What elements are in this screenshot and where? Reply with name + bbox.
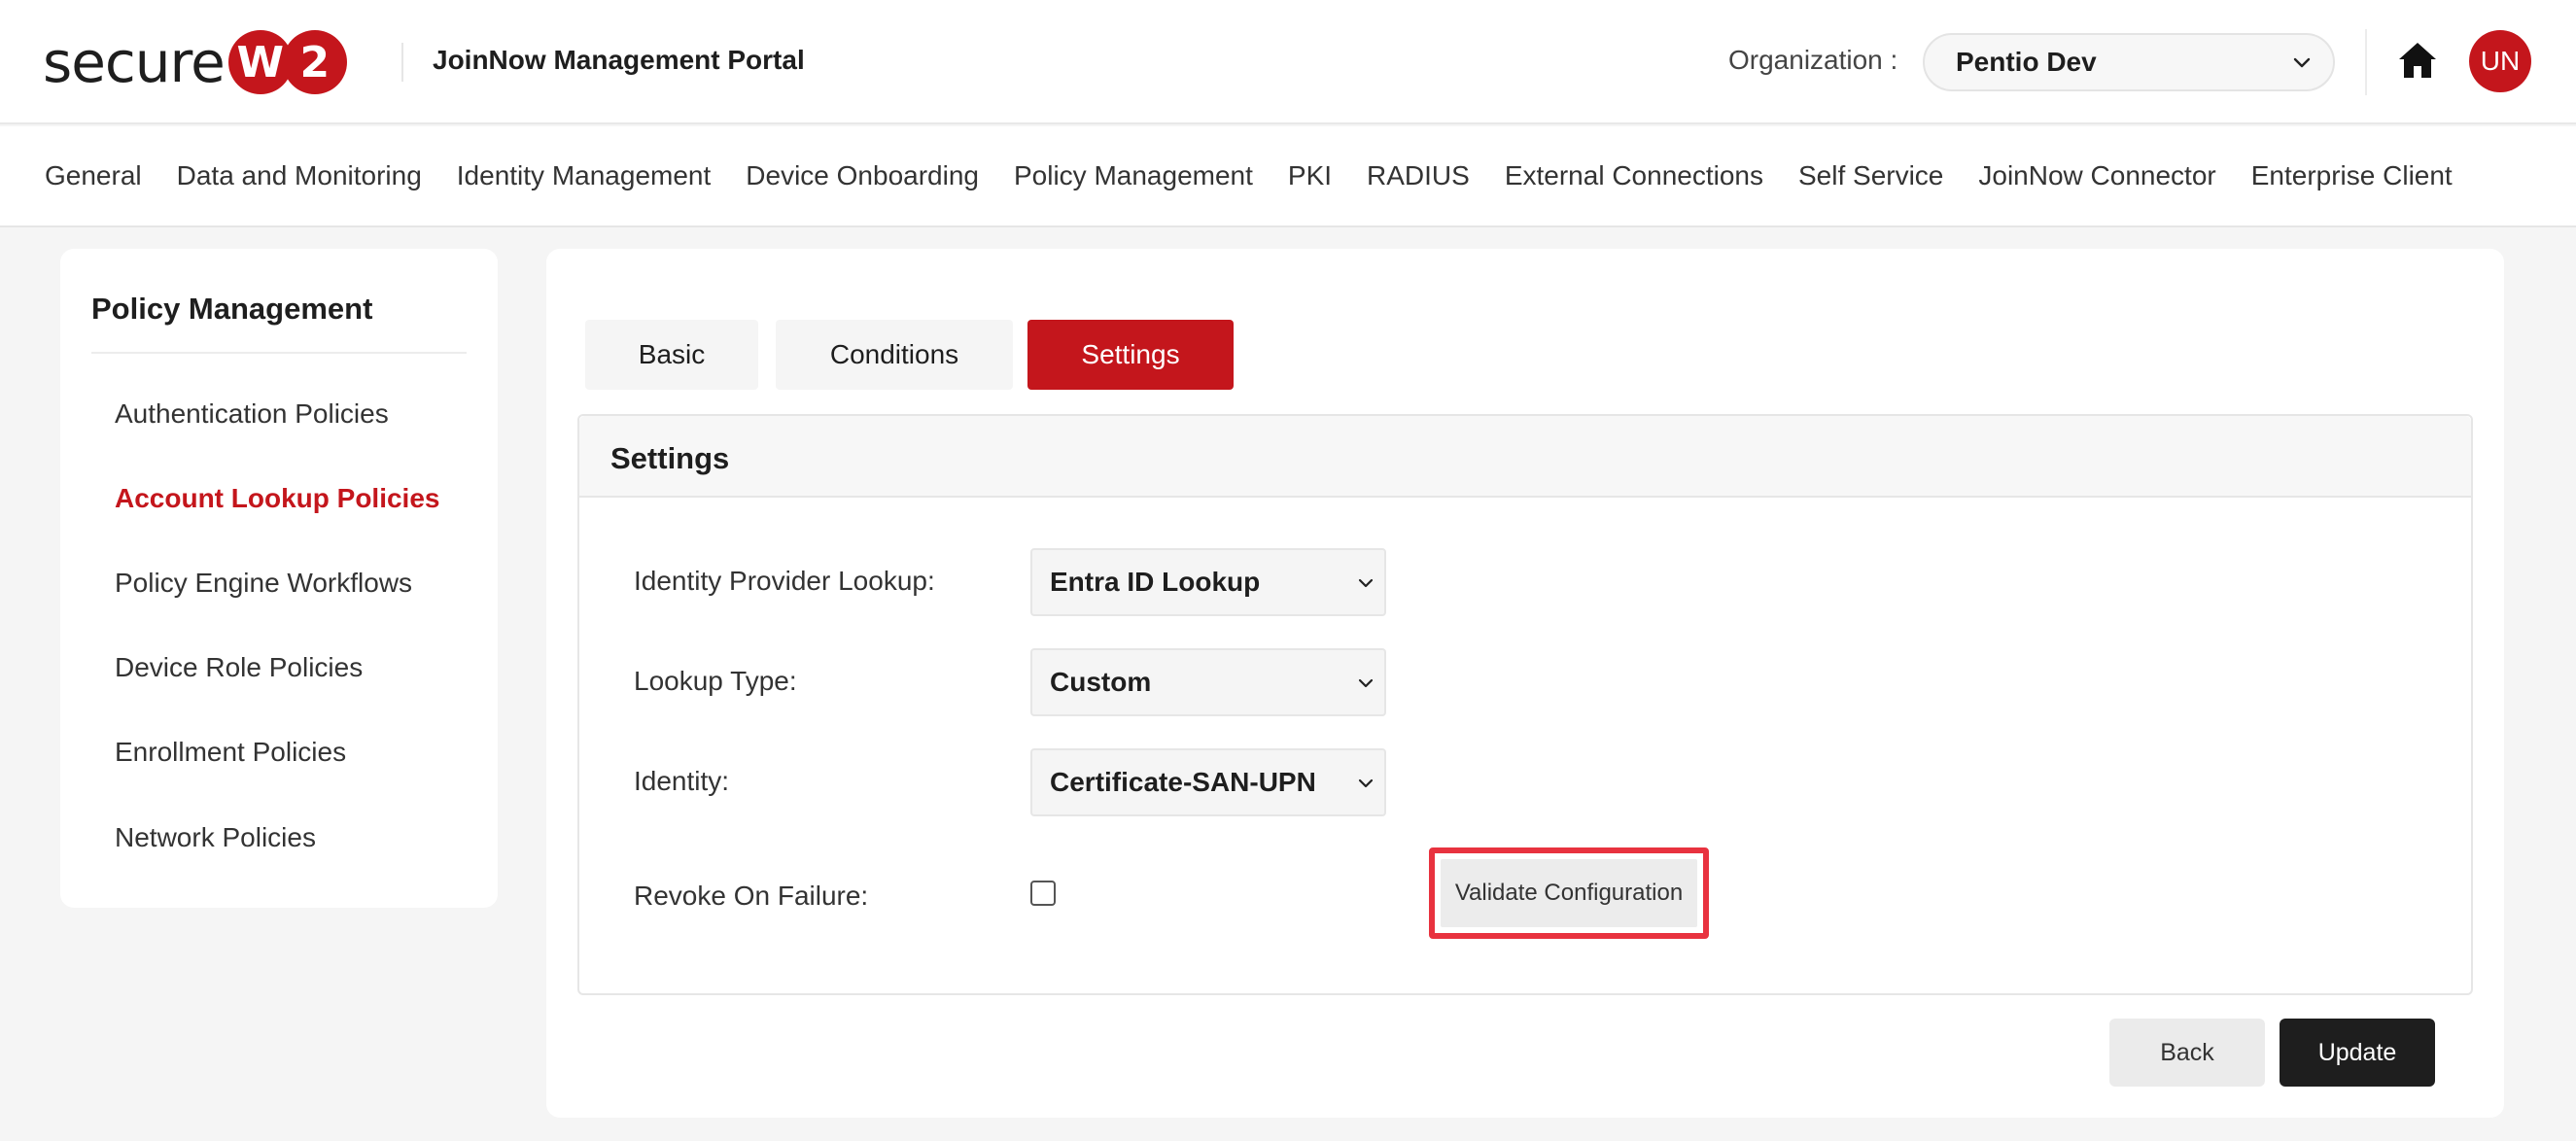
- nav-item-policy-management[interactable]: Policy Management: [1014, 160, 1253, 191]
- header-divider: [401, 43, 403, 82]
- nav-item-radius[interactable]: RADIUS: [1367, 160, 1470, 191]
- nav-item-device-onboarding[interactable]: Device Onboarding: [746, 160, 979, 191]
- sidebar: Policy Management Authentication Policie…: [60, 249, 498, 908]
- identity-provider-value: Entra ID Lookup: [1050, 567, 1261, 597]
- identity-provider-select[interactable]: Entra ID Lookup: [1030, 548, 1386, 616]
- lookup-type-label: Lookup Type:: [634, 666, 797, 696]
- sidebar-item-device-role-policies[interactable]: Device Role Policies: [115, 652, 363, 683]
- validate-configuration-button[interactable]: Validate Configuration: [1441, 859, 1697, 927]
- update-button[interactable]: Update: [2280, 1019, 2435, 1087]
- nav-item-external-connections[interactable]: External Connections: [1505, 160, 1763, 191]
- organization-select[interactable]: Pentio Dev: [1923, 33, 2335, 91]
- chevron-down-icon: [1358, 578, 1374, 588]
- nav-item-data-and-monitoring[interactable]: Data and Monitoring: [177, 160, 422, 191]
- organization-value: Pentio Dev: [1956, 47, 2097, 77]
- chevron-down-icon: [1358, 778, 1374, 788]
- securew2-logo[interactable]: secure W 2: [43, 27, 347, 97]
- portal-title: JoinNow Management Portal: [433, 45, 805, 75]
- settings-panel: Settings Identity Provider Lookup: Entra…: [577, 414, 2473, 995]
- nav-item-pki[interactable]: PKI: [1288, 160, 1332, 191]
- logo-badge-number: 2: [282, 30, 347, 94]
- sidebar-item-account-lookup-policies[interactable]: Account Lookup Policies: [115, 483, 439, 514]
- identity-provider-label: Identity Provider Lookup:: [634, 566, 935, 596]
- home-icon[interactable]: [2397, 41, 2438, 80]
- sidebar-item-policy-engine-workflows[interactable]: Policy Engine Workflows: [115, 568, 412, 599]
- logo-text: secure: [43, 29, 226, 95]
- nav-item-self-service[interactable]: Self Service: [1798, 160, 1943, 191]
- organization-label: Organization :: [1728, 45, 1898, 75]
- nav-item-identity-management[interactable]: Identity Management: [457, 160, 712, 191]
- identity-label: Identity:: [634, 766, 730, 796]
- nav-item-general[interactable]: General: [45, 160, 142, 191]
- revoke-on-failure-label: Revoke On Failure:: [634, 881, 869, 911]
- user-avatar[interactable]: UN: [2469, 30, 2531, 92]
- revoke-on-failure-checkbox[interactable]: [1030, 881, 1056, 906]
- identity-select[interactable]: Certificate-SAN-UPN: [1030, 748, 1386, 816]
- sidebar-item-authentication-policies[interactable]: Authentication Policies: [115, 398, 389, 430]
- lookup-type-value: Custom: [1050, 667, 1152, 697]
- chevron-down-icon: [1358, 678, 1374, 688]
- tab-settings[interactable]: Settings: [1027, 320, 1234, 390]
- sidebar-divider: [91, 352, 467, 354]
- logo-badge: W 2: [227, 30, 347, 94]
- chevron-down-icon: [2293, 57, 2311, 68]
- settings-title: Settings: [610, 441, 730, 475]
- main-card: Basic Conditions Settings Settings Ident…: [546, 249, 2504, 1118]
- tab-basic[interactable]: Basic: [585, 320, 758, 390]
- sidebar-item-network-policies[interactable]: Network Policies: [115, 822, 316, 853]
- app-header: secure W 2 JoinNow Management Portal Org…: [0, 0, 2576, 124]
- identity-value: Certificate-SAN-UPN: [1050, 767, 1316, 797]
- header-divider-2: [2365, 29, 2367, 95]
- nav-item-joinnow-connector[interactable]: JoinNow Connector: [1978, 160, 2215, 191]
- sidebar-title: Policy Management: [91, 292, 373, 326]
- settings-panel-header: Settings: [579, 416, 2471, 498]
- back-button[interactable]: Back: [2109, 1019, 2265, 1087]
- sidebar-item-enrollment-policies[interactable]: Enrollment Policies: [115, 737, 346, 768]
- tab-conditions[interactable]: Conditions: [776, 320, 1013, 390]
- main-nav: General Data and Monitoring Identity Man…: [0, 126, 2576, 227]
- lookup-type-select[interactable]: Custom: [1030, 648, 1386, 716]
- nav-item-enterprise-client[interactable]: Enterprise Client: [2251, 160, 2453, 191]
